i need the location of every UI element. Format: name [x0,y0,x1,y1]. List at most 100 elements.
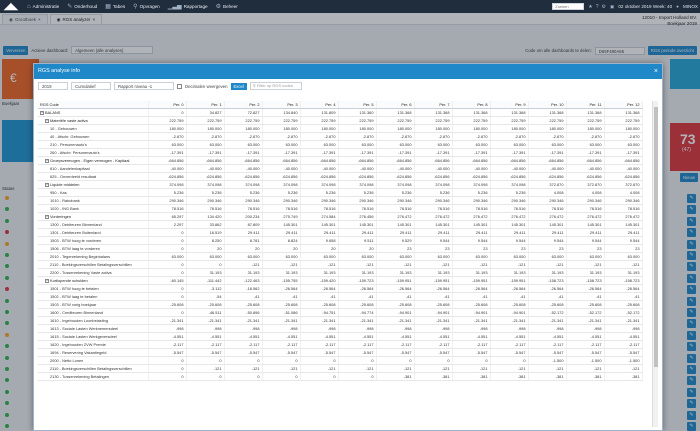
nav-item-tabes[interactable]: ▦ Tabes [105,3,125,10]
table-row[interactable]: − Kortlopende schulden -60.145 -111.442 -122… [38,276,643,286]
rgs-filter-input[interactable]: ⚲ Filter op RGS codes [249,82,302,90]
vertical-scrollbar[interactable] [652,101,658,427]
nav-item-administratie[interactable]: ⌂ Administratie [27,4,59,10]
period-value-cell: 78.516 [376,204,415,214]
period-value-cell: 145.301 [376,220,415,230]
table-row[interactable]: 950 - Kas 5.236 5.236 5.236 5.236 5.236 5.236 5… [38,188,643,198]
rgs-code-label: 1503 - BTW hoog te vorderen [50,238,102,244]
period-value-cell: 145.301 [604,220,643,230]
column-header[interactable]: Per. 8 [452,101,491,110]
table-row[interactable]: 260 - Afschr. Personenauto's -17.391 -17.3… [38,148,643,158]
level-select[interactable]: Rapport niveau -1 [114,82,174,90]
column-header[interactable]: Per. 4 [300,101,339,110]
column-header[interactable]: Per. 12 [604,101,643,110]
column-header[interactable]: Per. 7 [414,101,453,110]
user-avatar-icon[interactable]: ● [676,4,679,9]
table-row[interactable]: − Liquide middelen 374.098 374.098 374.098 37… [38,180,643,190]
table-row[interactable]: 1613 - Sociale Lasten Werknemersdeel -998… [38,324,643,334]
close-icon[interactable]: × [654,64,658,79]
table-row[interactable]: 610 - Aandelenkapitaal -40.000 -40.000 -40.… [38,164,643,174]
help-icon[interactable]: ? [596,4,599,10]
scrollbar-thumb[interactable] [654,107,658,367]
table-row[interactable]: 1501 - BTW hoog te betalen 0 -3.112 -16.562… [38,284,643,294]
collapse-toggle-icon[interactable]: − [45,159,49,164]
table-row[interactable]: 10 - Gebouwen 180.000 180.000 180.000 180.00… [38,124,643,134]
decimals-checkbox[interactable] [177,83,182,89]
period-value-cell: -3.112 [186,284,225,294]
period-value-cell: -25.608 [566,300,605,310]
period-value-cell: 31.193 [604,268,643,278]
table-row[interactable]: 1615 - Sociale Lasten Werkgeversdeel -4.5… [38,332,643,342]
collapse-toggle-icon[interactable]: − [45,279,49,284]
column-header[interactable]: Per. 9 [490,101,529,110]
collapse-toggle-icon[interactable]: − [45,183,49,188]
column-header[interactable]: Per. 11 [566,101,605,110]
table-row[interactable]: 1502 - BTW laag te betalen 0 -54 -41 -41 -41-… [38,292,643,302]
table-row[interactable]: 1694 - Reservering Vakantiegeld -5.547 -5.… [38,348,643,358]
column-header[interactable]: Per. 10 [528,101,567,110]
rgs-analysis-modal: RGS analyse info × 2019 Cumulatief Rappo… [33,63,663,431]
table-row[interactable]: − Vorderingen 65.297 134.420 200.234 275.749 2… [38,212,643,222]
collapse-toggle-icon[interactable]: − [40,111,44,116]
column-header[interactable]: RGS Code [38,101,149,110]
app-logo[interactable]: ◢◣ [4,1,19,12]
table-row[interactable]: 1620 - Ingehouden ZVW Premie -2.117 -2.117… [38,340,643,350]
star-icon[interactable]: ★ [588,4,592,10]
period-value-cell: -624.856 [490,172,529,182]
table-row[interactable]: 1503 - BTW vorig boekjaar -25.608 -25.608-… [38,300,643,310]
search-input[interactable]: Zoeken [552,3,585,10]
collapse-toggle-icon[interactable]: − [45,119,49,124]
period-value-cell: 145.301 [566,220,605,230]
rgs-code-label: 1620 - Ingehouden ZVW Premie [50,342,106,348]
table-row[interactable]: 1010 - Rabobank 290.346 290.346 290.346 290.… [38,196,643,206]
period-value-cell: 9.544 [490,236,529,246]
table-row[interactable]: 1600 - Crediteuren Binnenland 0 -46.511 -50… [38,308,643,318]
table-row[interactable]: − Groepsvermogen - Eigen vermogen - Kapit… [38,156,643,166]
nav-item-rapportage[interactable]: ▁▃▅ Rapportage [168,3,208,10]
table-row[interactable]: 2010 - Tegenrekening Beginbalans 63.000 63… [38,252,643,262]
period-value-cell: 31.193 [414,268,453,278]
column-header[interactable]: Per. 3 [262,101,301,110]
table-row[interactable]: 1610 - Ingehouden Loonbelasting -21.341 -2… [38,316,643,326]
table-row[interactable]: 1300 - Debiteuren Binnenland 2.297 33.862 8… [38,220,643,230]
table-row[interactable]: 1503 - BTW hoog te vorderen 0 8.250 8.781 8.… [38,236,643,246]
column-header[interactable]: Per. 5 [338,101,377,110]
table-row[interactable]: − Materiële vaste activa 222.759 222.759 222… [38,116,643,126]
period-value-cell: 276.472 [376,212,415,222]
rgs-code-cell: 1610 - Ingehouden Loonbelasting [38,316,149,326]
table-row[interactable]: 1506 - BTW laag te vorderen 0 20 20 20 20 20 23… [38,244,643,254]
period-value-cell: -2.870 [338,132,377,142]
period-value-cell: 63.000 [148,140,187,150]
table-row[interactable]: 1020 - ING Bank 78.516 78.516 78.516 78.516 7… [38,204,643,214]
column-header[interactable]: Per. 0 [148,101,187,110]
column-header[interactable]: Per. 1 [186,101,225,110]
nav-item-beheer[interactable]: ⚙ Beheer [216,3,238,10]
table-row[interactable]: 2000 - Netto Lonen 0 0 0 0 0 0 0 0 0 0 -1.500 -1.500… [38,356,643,366]
nav-item-onderhoud[interactable]: ✎ Onderhoud [67,3,97,10]
table-row[interactable]: 2110 - Boekingsverschillen Betalingsvers… [38,260,643,270]
excel-export-button[interactable]: Excel [230,82,247,90]
table-row[interactable]: 625 - Onverdeeld resultaat -624.856 -624.8… [38,172,643,182]
nav-label: Rapportage [183,4,208,9]
column-header[interactable]: Per. 6 [376,101,415,110]
table-row[interactable]: 1301 - Debiteuren Buitenland 0 16.519 29.41… [38,228,643,238]
table-row[interactable]: 40 - Afschr. Gebouwen -2.870 -2.870 -2.870-… [38,132,643,142]
period-value-cell: -5.547 [490,348,529,358]
table-row[interactable]: − BALANS 0 34.827 72.827 134.840 131.809 131.36… [38,108,643,118]
nav-item-opvragen[interactable]: ⚲ Opvragen [133,3,160,10]
period-value-cell: -94.751 [300,308,339,318]
year-select[interactable]: 2019 [38,82,68,90]
table-row[interactable]: 210 - Personenauto's 63.000 63.000 63.000 63… [38,140,643,150]
period-value-cell: 0 [186,356,225,366]
table-row[interactable]: 2200 - Tussenrekening Vaste activa 0 31.19… [38,268,643,278]
period-value-cell: -21.341 [604,316,643,326]
column-header[interactable]: Per. 2 [224,101,263,110]
period-value-cell: -25.608 [452,300,491,310]
table-row[interactable]: 2130 - Tussenrekening Betalingen 0 0 0 0 0 0 -3… [38,372,643,382]
settings-icon[interactable]: ⚙ [602,4,606,10]
collapse-toggle-icon[interactable]: − [45,215,49,220]
table-row[interactable]: 2110 - Boekingsverschillen Betalingsvers… [38,364,643,374]
user-name[interactable]: MINOX [683,4,698,9]
period-value-cell: -4.551 [414,332,453,342]
mode-select[interactable]: Cumulatief [71,82,111,90]
